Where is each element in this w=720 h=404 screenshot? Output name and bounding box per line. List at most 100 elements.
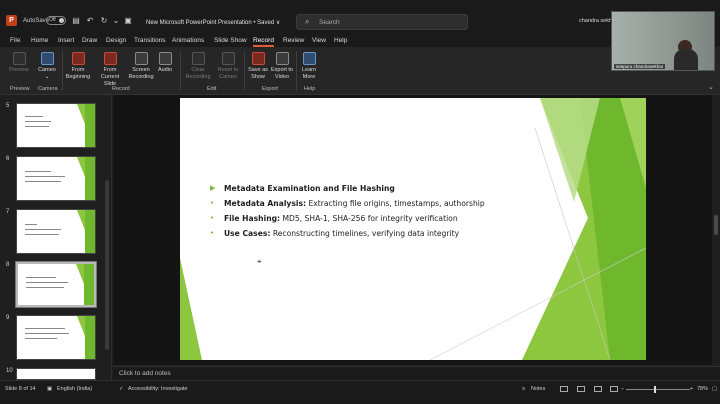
export-video-icon [275, 52, 289, 65]
tab-draw[interactable]: Draw [82, 37, 97, 44]
audio-label: Audio [157, 67, 173, 73]
arrow-bullet-icon: ▶ [210, 184, 216, 192]
from-beginning-button[interactable]: From Beginning [64, 52, 92, 81]
zoom-slider-knob[interactable] [654, 386, 656, 393]
camera-icon [40, 52, 54, 65]
tab-record[interactable]: Record [253, 37, 274, 47]
slide-title: Metadata Examination and File Hashing [224, 184, 395, 193]
dot-bullet-icon: • [210, 199, 215, 207]
bullet-label: Use Cases: [224, 229, 271, 238]
normal-view-icon[interactable] [560, 386, 568, 392]
from-current-label: From Current Slide [100, 67, 120, 87]
thumb-number: 5 [6, 103, 10, 109]
tab-view[interactable]: View [312, 37, 326, 44]
tab-slide-show[interactable]: Slide Show [214, 37, 247, 44]
notes-button[interactable]: Notes [531, 386, 545, 392]
tab-review[interactable]: Review [283, 37, 304, 44]
zoom-in-icon[interactable]: + [690, 386, 693, 392]
mouse-cursor-icon: ⌖ [257, 257, 262, 266]
bullet-label: File Hashing: [224, 214, 281, 223]
audio-button[interactable]: Audio [156, 52, 174, 74]
slide-thumbnail[interactable] [16, 209, 96, 254]
notes-pane[interactable]: Click to add notes [113, 366, 720, 380]
slide-thumbnail[interactable] [16, 156, 96, 201]
group-separator [180, 51, 181, 91]
zoom-level[interactable]: 78% [697, 386, 708, 392]
screen-recording-button[interactable]: Screen Recording [127, 52, 155, 81]
slide-thumbnail[interactable] [16, 103, 96, 148]
tab-animations[interactable]: Animations [172, 37, 204, 44]
from-current-slide-button[interactable]: From Current Slide [94, 52, 126, 88]
facet-bottom-left [180, 258, 202, 360]
autosave-toggle[interactable]: Off [46, 16, 66, 25]
present-icon[interactable]: ▣ [124, 17, 132, 25]
tab-file[interactable]: File [10, 37, 20, 44]
dot-bullet-icon: • [210, 214, 215, 222]
learn-more-button[interactable]: Learn More [298, 52, 320, 81]
language-status[interactable]: English (India) [57, 386, 92, 392]
group-separator [296, 51, 297, 91]
search-box[interactable]: ⌕ Search [296, 14, 468, 30]
powerpoint-icon: P [6, 15, 17, 26]
accessibility-icon: ✓ [119, 386, 124, 392]
user-name[interactable]: chandra sekha [579, 18, 615, 24]
thumb-number: 7 [6, 209, 10, 215]
tab-transitions[interactable]: Transitions [134, 37, 166, 44]
slide-counter: Slide 8 of 14 [5, 386, 36, 392]
group-separator [62, 51, 63, 91]
zoom-out-icon[interactable]: − [621, 386, 624, 392]
undo-icon[interactable]: ↶ [86, 17, 94, 25]
learn-more-label: Learn More [301, 67, 317, 80]
webcam-name-label: seepuru chandrasekhar [614, 64, 666, 69]
dot-bullet-icon: • [210, 229, 215, 237]
audio-icon [158, 52, 172, 65]
stage-scrollbar-thumb[interactable] [714, 215, 718, 235]
reset-cameo-icon [221, 52, 235, 65]
chevron-down-icon[interactable]: ⌄ [112, 17, 120, 25]
reset-cameo-button[interactable]: Reset to Cameo [214, 52, 242, 81]
save-icon[interactable]: ▤ [72, 17, 80, 25]
document-title[interactable]: New Microsoft PowerPoint Presentation • … [146, 19, 280, 26]
zoom-slider[interactable] [626, 389, 690, 390]
save-as-show-icon [251, 52, 265, 65]
notes-icon: ≡ [522, 386, 526, 392]
webcam-background [612, 12, 714, 70]
slide-sorter-icon[interactable] [577, 386, 585, 392]
tab-home[interactable]: Home [31, 37, 48, 44]
accessibility-status[interactable]: Accessibility: Investigate [128, 386, 188, 392]
cameo-button[interactable]: Cameo ⌄ [34, 52, 60, 81]
collapse-ribbon-icon[interactable]: ⌄ [708, 83, 714, 91]
slide-thumbnail[interactable] [16, 368, 96, 380]
chevron-down-icon: ⌄ [44, 74, 50, 80]
bullet-item: • Use Cases: Reconstructing timelines, v… [210, 229, 485, 244]
thumb-number: 8 [6, 262, 10, 268]
thumbnails-scrollbar[interactable] [105, 180, 109, 350]
stage-scrollbar[interactable] [712, 95, 720, 365]
tab-help[interactable]: Help [334, 37, 347, 44]
slideshow-view-icon[interactable] [610, 386, 618, 392]
thumb-number: 10 [6, 368, 13, 374]
redo-icon[interactable]: ↻ [100, 17, 108, 25]
clear-recording-button[interactable]: Clear Recording [184, 52, 212, 81]
preview-label: Preview [9, 67, 29, 73]
tab-insert[interactable]: Insert [58, 37, 74, 44]
slide-thumbnail-selected[interactable] [15, 261, 97, 308]
slide-thumbnails-pane: 5 6 7 8 9 10 [0, 95, 112, 380]
fit-slide-icon[interactable]: ▢ [712, 386, 717, 392]
bullet-item: • Metadata Analysis: Extracting file ori… [210, 199, 485, 214]
preview-button[interactable]: Preview [6, 52, 32, 74]
bullet-text: MD5, SHA-1, SHA-256 for integrity verifi… [280, 214, 458, 223]
spelling-icon[interactable]: ▣ [47, 386, 52, 392]
export-video-label: Export to Video [270, 67, 293, 80]
group-label-help: Help [304, 86, 316, 92]
export-video-button[interactable]: Export to Video [270, 52, 294, 81]
slide-thumbnail[interactable] [16, 315, 96, 360]
status-bar: Slide 8 of 14 ▣ English (India) ✓ Access… [0, 380, 720, 404]
current-slide[interactable]: ▶ Metadata Examination and File Hashing … [180, 98, 646, 360]
tab-design[interactable]: Design [106, 37, 126, 44]
clear-recording-icon [191, 52, 205, 65]
slide-title-bullet: ▶ Metadata Examination and File Hashing [210, 184, 485, 199]
reading-view-icon[interactable] [594, 386, 602, 392]
save-as-show-button[interactable]: Save as Show [246, 52, 270, 81]
thumb-number: 6 [6, 156, 10, 162]
